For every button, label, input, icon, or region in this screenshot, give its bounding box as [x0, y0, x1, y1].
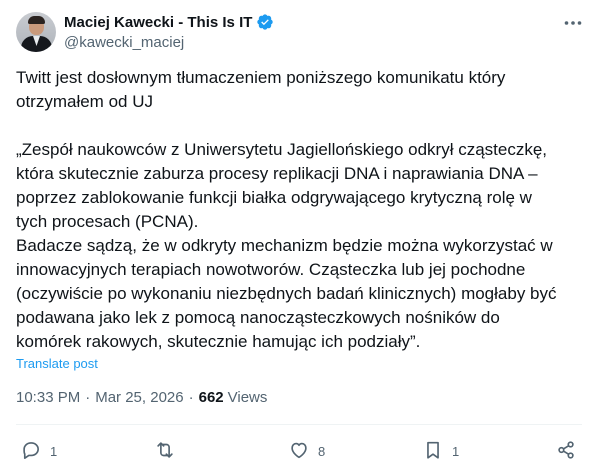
repost-button[interactable] — [154, 437, 184, 465]
tweet-date[interactable]: Mar 25, 2026 — [95, 389, 183, 406]
translate-post-link[interactable]: Translate post — [16, 356, 98, 371]
reply-button[interactable]: 1 — [20, 437, 57, 465]
tweet-paragraph-2: „Zespół naukowców z Uniwersytetu Jagiell… — [16, 140, 557, 351]
tweet-paragraph-1: Twitt jest dosłownym tłumaczeniem poniżs… — [16, 68, 506, 111]
reply-count: 1 — [50, 443, 58, 459]
views-count[interactable]: 662 — [199, 389, 224, 406]
tweet-time[interactable]: 10:33 PM — [16, 389, 80, 406]
action-bar: 1 8 1 — [16, 437, 582, 465]
reply-icon — [20, 439, 42, 464]
views-label[interactable]: Views — [228, 389, 268, 406]
bookmark-button[interactable]: 1 — [422, 437, 459, 465]
divider — [16, 424, 582, 425]
meta-separator: · — [188, 389, 194, 406]
meta-separator: · — [85, 389, 91, 406]
tweet-text: Twitt jest dosłownym tłumaczeniem poniżs… — [16, 66, 582, 354]
verified-badge-icon — [256, 13, 274, 31]
bookmark-icon — [422, 439, 444, 464]
share-button[interactable] — [555, 437, 577, 465]
tweet-header: Maciej Kawecki - This Is IT @kawecki_mac… — [16, 12, 584, 54]
heart-icon — [288, 439, 310, 464]
more-options-icon[interactable] — [562, 12, 584, 34]
tweet-meta: 10:33 PM · Mar 25, 2026 · 662 Views — [16, 389, 267, 406]
share-icon — [555, 439, 577, 464]
repost-icon — [154, 439, 176, 464]
author-handle[interactable]: @kawecki_maciej — [64, 34, 184, 51]
like-count: 8 — [318, 443, 326, 459]
avatar[interactable] — [16, 12, 56, 52]
author-name-row[interactable]: Maciej Kawecki - This Is IT — [64, 12, 274, 32]
bookmark-count: 1 — [452, 443, 460, 459]
author-display-name[interactable]: Maciej Kawecki - This Is IT — [64, 14, 252, 31]
like-button[interactable]: 8 — [288, 437, 325, 465]
